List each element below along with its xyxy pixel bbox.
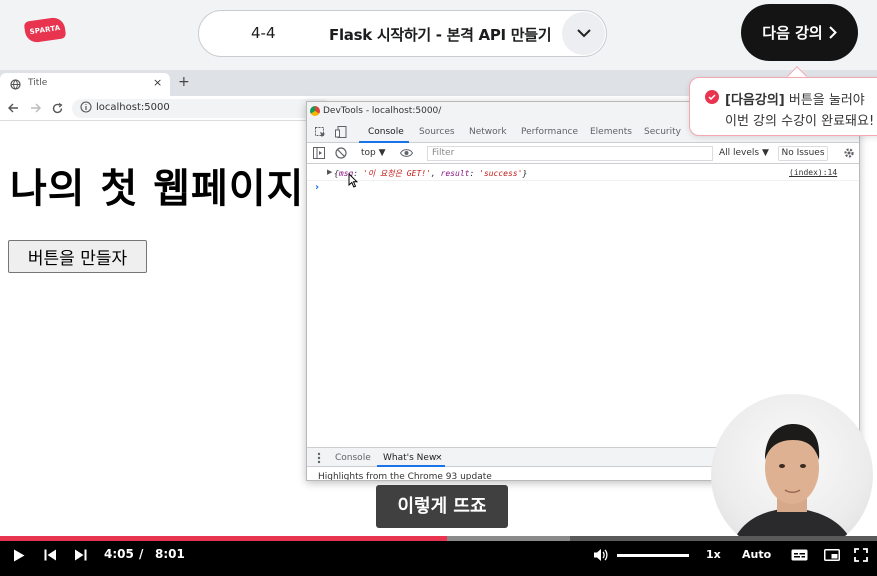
tab-close-icon[interactable]: × [153, 76, 162, 89]
forward-icon[interactable] [30, 103, 41, 113]
devtools-title: DevTools - localhost:5000/ [323, 106, 442, 116]
progress-played [0, 536, 448, 541]
address-bar[interactable]: localhost:5000 [72, 99, 332, 118]
lesson-selector[interactable]: 4-4 Flask 시작하기 - 본격 API 만들기 [198, 10, 607, 57]
mouse-cursor-icon [348, 173, 358, 188]
playback-speed[interactable]: 1x [706, 548, 721, 561]
tab-security[interactable]: Security [644, 127, 681, 137]
chevron-down-icon [576, 29, 591, 38]
page-heading: 나의 첫 웹페이지 [10, 166, 305, 212]
console-message: {msg: '이 요청은 GET!', result: 'success'} [334, 169, 528, 178]
drawer-close-icon[interactable]: × [435, 453, 443, 463]
lesson-title: Flask 시작하기 - 본격 API 만들기 [329, 26, 552, 44]
current-time: 4:05 [104, 547, 134, 561]
video-player-controls: 4:05 / 8:01 1x Auto [0, 536, 877, 576]
skip-forward-icon[interactable] [74, 549, 87, 561]
skip-back-icon[interactable] [44, 549, 57, 561]
time-separator: / [139, 547, 144, 561]
drawer-tab-console[interactable]: Console [335, 453, 371, 463]
tab-network[interactable]: Network [469, 127, 507, 137]
chevron-right-icon [829, 26, 837, 39]
tab-title: Title [28, 78, 48, 88]
drawer-tab-whats-new[interactable]: What's New [383, 453, 436, 463]
sparta-logo[interactable]: SPARTA [23, 16, 67, 44]
toast-line-2: 이번 강의 수강이 완료돼요! [725, 114, 875, 129]
next-lesson-button[interactable]: 다음 강의 [741, 4, 858, 61]
tab-performance[interactable]: Performance [521, 127, 578, 137]
log-levels-select[interactable]: All levels ▼ [719, 148, 769, 158]
back-icon[interactable] [8, 103, 19, 113]
lesson-list-toggle[interactable] [562, 12, 605, 55]
url-text: localhost:5000 [96, 102, 170, 113]
console-source-link[interactable]: (index):14 [789, 168, 837, 177]
clear-console-icon[interactable] [335, 147, 347, 159]
console-toolbar: top ▼ Filter All levels ▼ No Issues [307, 143, 859, 164]
expand-arrow-icon[interactable]: ▶ [327, 168, 332, 176]
play-icon[interactable] [13, 549, 25, 562]
video-lecture-screen: SPARTA 4-4 Flask 시작하기 - 본격 API 만들기 다음 강의… [0, 0, 877, 576]
info-icon[interactable] [80, 101, 92, 113]
duration: 8:01 [155, 547, 185, 561]
whats-new-text: Highlights from the Chrome 93 update [318, 472, 492, 481]
new-tab-icon[interactable]: + [178, 74, 190, 90]
inspect-icon[interactable] [315, 127, 326, 138]
sidebar-toggle-icon[interactable] [313, 147, 325, 159]
fullscreen-icon[interactable] [854, 548, 868, 562]
volume-slider[interactable] [617, 554, 689, 557]
progress-bar[interactable] [0, 536, 877, 541]
volume-icon[interactable] [593, 548, 608, 562]
toast-line-1: [다음강의] 버튼을 눌러야 [725, 93, 865, 108]
console-prompt[interactable]: › [315, 182, 319, 193]
next-lesson-toast: [다음강의] 버튼을 눌러야 이번 강의 수강이 완료돼요! [689, 77, 877, 136]
eye-icon[interactable] [400, 148, 413, 158]
chrome-icon [310, 106, 320, 116]
lesson-number: 4-4 [251, 24, 276, 42]
drawer-active-indicator [377, 465, 445, 467]
picture-in-picture-icon[interactable] [824, 549, 840, 561]
video-subtitle: 이렇게 뜨죠 [376, 485, 508, 528]
quality-select[interactable]: Auto [742, 548, 771, 561]
browser-tab[interactable]: Title × [0, 73, 170, 96]
tab-elements[interactable]: Elements [590, 127, 632, 137]
reload-icon[interactable] [52, 103, 63, 114]
captions-icon[interactable] [791, 549, 808, 561]
console-log-entry[interactable]: ▶ {msg: '이 요청은 GET!', result: 'success'}… [307, 165, 859, 181]
tab-console[interactable]: Console [368, 127, 404, 137]
make-button[interactable]: 버튼을 만들자 [8, 240, 147, 273]
course-header: SPARTA 4-4 Flask 시작하기 - 본격 API 만들기 다음 강의 [0, 0, 877, 70]
check-circle-icon [705, 90, 719, 104]
more-vertical-icon[interactable] [317, 452, 321, 464]
instructor-webcam [711, 394, 873, 556]
console-filter-input[interactable]: Filter [427, 146, 713, 161]
instructor-silhouette [729, 424, 857, 556]
gear-icon[interactable] [843, 147, 855, 159]
context-selector[interactable]: top ▼ [361, 148, 386, 158]
device-toggle-icon[interactable] [335, 126, 347, 138]
globe-icon [10, 79, 21, 90]
tab-sources[interactable]: Sources [419, 127, 455, 137]
issues-button[interactable]: No Issues [778, 146, 828, 161]
